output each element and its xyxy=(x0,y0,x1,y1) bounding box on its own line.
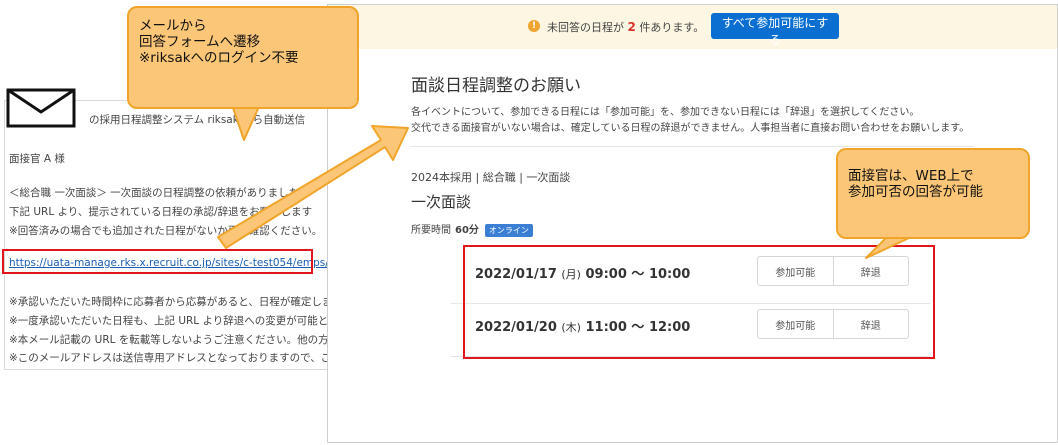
callout-email-to-form: メールから 回答フォームへ遷移 ※riksakへのログイン不要 xyxy=(127,6,359,109)
callout-web-answer: 面接官は、WEB上で 参加可否の回答が可能 xyxy=(836,148,1030,239)
callout-text: メールから 回答フォームへ遷移 ※riksakへのログイン不要 xyxy=(139,18,299,66)
callout-text: 面接官は、WEB上で 参加可否の回答が可能 xyxy=(848,168,983,200)
transition-arrow-icon xyxy=(217,125,409,249)
